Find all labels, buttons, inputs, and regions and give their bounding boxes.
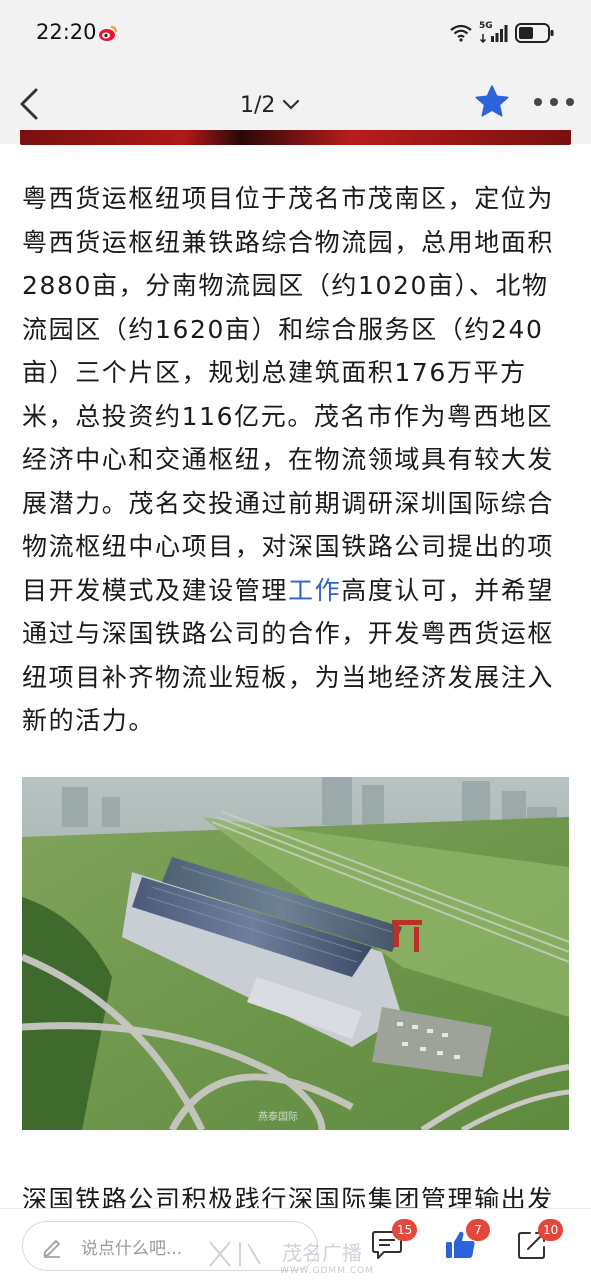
like-button[interactable]: 7 bbox=[440, 1219, 490, 1267]
wifi-icon bbox=[450, 24, 472, 42]
comment-input[interactable]: 说点什么吧... bbox=[22, 1221, 318, 1271]
share-button[interactable]: 10 bbox=[512, 1219, 564, 1267]
share-count-badge: 10 bbox=[538, 1219, 564, 1241]
page-indicator-label: 1/2 bbox=[240, 92, 276, 118]
image-watermark: 燕泰国际 bbox=[258, 1110, 298, 1123]
article-image-aerial-rendering[interactable]: 燕泰国际 bbox=[22, 777, 569, 1130]
comment-placeholder: 说点什么吧... bbox=[81, 1239, 183, 1259]
chevron-down-icon bbox=[283, 99, 300, 110]
signal-icon: 5G bbox=[479, 21, 509, 44]
weibo-icon bbox=[99, 26, 117, 41]
like-count-badge: 7 bbox=[466, 1219, 490, 1241]
status-icons: 5G bbox=[449, 20, 555, 46]
status-time: 22:20 bbox=[36, 20, 97, 44]
page-indicator[interactable]: 1/2 bbox=[240, 88, 301, 122]
status-bar: 22:20 5G bbox=[0, 0, 591, 66]
paragraph-text-1: 粤西货运枢纽项目位于茂名市茂南区，定位为粤西货运枢纽兼铁路综合物流园，总用地面积… bbox=[22, 184, 555, 605]
star-icon[interactable] bbox=[474, 84, 510, 120]
more-dots-icon[interactable] bbox=[532, 90, 576, 114]
article-paragraph: 粤西货运枢纽项目位于茂名市茂南区，定位为粤西货运枢纽兼铁路综合物流园，总用地面积… bbox=[22, 177, 574, 743]
back-arrow-icon[interactable] bbox=[14, 84, 50, 124]
comment-button[interactable]: 15 bbox=[366, 1219, 418, 1267]
pencil-icon bbox=[43, 1240, 60, 1258]
bottom-action-bar: 说点什么吧... 15 7 10 bbox=[0, 1208, 591, 1280]
comment-count-badge: 15 bbox=[392, 1219, 418, 1241]
battery-icon bbox=[515, 23, 554, 43]
keyword-link[interactable]: 工作 bbox=[288, 576, 341, 605]
previous-image-edge bbox=[20, 130, 571, 145]
